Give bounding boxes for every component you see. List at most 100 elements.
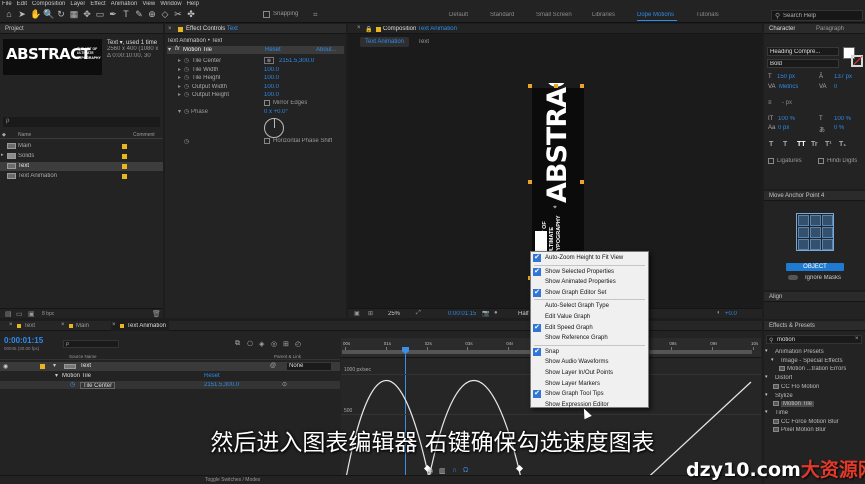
menu-file[interactable]: File	[2, 1, 12, 7]
text-style-icon[interactable]: T¹	[825, 141, 832, 148]
tracking-value[interactable]: 0	[834, 84, 837, 90]
menu-edit[interactable]: Edit	[17, 1, 27, 7]
expand-arrow-icon[interactable]: ▾	[55, 372, 58, 379]
viewer-time[interactable]: 0:00:01:15	[448, 311, 476, 317]
folder-icon[interactable]: ▭	[16, 310, 23, 318]
effect-property-value[interactable]: 2151.5,300.0	[279, 58, 314, 64]
layer-row-text[interactable]: ◉ ▾ Text @ None	[0, 362, 340, 371]
effect-reset-link[interactable]: Reset	[265, 47, 281, 53]
interpret-icon[interactable]: ▤	[5, 310, 12, 318]
snap-icon[interactable]: ∩	[452, 467, 457, 474]
expand-arrow-icon[interactable]: ▸	[178, 57, 181, 64]
project-item[interactable]: ▸ Solids	[0, 152, 163, 161]
menu-help[interactable]: Help	[187, 1, 199, 7]
puppet-icon[interactable]: ✤	[186, 9, 196, 20]
horizontal-phase-checkbox[interactable]	[264, 138, 270, 144]
expand-arrow-icon[interactable]: ▾	[178, 108, 181, 115]
property-row-tile-center[interactable]: ◷ Tile Center 2151.5,300.0 ⊙	[0, 381, 340, 389]
preset-tree-item[interactable]: ▾ Animation Presets	[764, 348, 865, 356]
effects-search-input[interactable]: ⚲ motion ×	[766, 335, 862, 344]
label-color-icon[interactable]	[40, 364, 45, 369]
menu-layer[interactable]: Layer	[70, 1, 85, 7]
expand-arrow-icon[interactable]: ▾	[765, 348, 768, 354]
hand-icon[interactable]: ✋	[30, 9, 41, 20]
preset-tree-item[interactable]: Motion ...tration Errors	[764, 365, 865, 373]
project-tab[interactable]: Project	[0, 24, 163, 34]
workspace-small-screen[interactable]: Small Screen	[536, 12, 572, 18]
workspace-libraries[interactable]: Libraries	[592, 12, 615, 18]
snapshot-icon[interactable]: 📷	[482, 310, 489, 317]
tab-character[interactable]: Character	[769, 24, 795, 34]
effect-property-row[interactable]: ▸ ◷ Tile Width 100.0	[167, 66, 344, 74]
home-icon[interactable]: ⌂	[4, 9, 14, 20]
parent-dropdown[interactable]: None	[287, 363, 331, 370]
context-menu-item[interactable]: ✔ Show Selected Properties	[531, 267, 648, 277]
expand-arrow-icon[interactable]: ▸	[1, 152, 4, 158]
context-menu-item[interactable]: Auto-Select Graph Type	[531, 301, 648, 311]
bbox-handle[interactable]	[580, 84, 584, 88]
timeline-tab-text[interactable]: × Text	[8, 321, 52, 331]
horizontal-scale-value[interactable]: 100 %	[834, 116, 851, 122]
effect-property-value[interactable]: 100.0	[264, 75, 279, 81]
menu-animation[interactable]: Animation	[111, 1, 138, 7]
zoom-icon[interactable]: 🔍	[43, 9, 54, 20]
expand-arrow-icon[interactable]: ▾	[765, 374, 768, 380]
clear-icon[interactable]: ×	[855, 336, 859, 342]
close-icon[interactable]: ×	[9, 322, 13, 328]
label-color-icon[interactable]	[122, 174, 127, 179]
mirror-edges-checkbox[interactable]	[264, 100, 270, 106]
composition-tab[interactable]: × 🔒 Composition Text Animation	[348, 24, 762, 34]
timeline-current-time[interactable]: 0:00:01:15	[4, 336, 43, 345]
timeline-tab-main[interactable]: × Main	[60, 321, 104, 331]
text-style-icon[interactable]: TT	[797, 141, 806, 148]
menu-effect[interactable]: Effect	[90, 1, 105, 7]
arrow-icon[interactable]: ➤	[17, 9, 27, 20]
layer-name[interactable]: Text	[80, 363, 91, 369]
roto-icon[interactable]: ✂	[173, 9, 183, 20]
project-search-input[interactable]: ρ	[3, 117, 160, 127]
phase-value[interactable]: 0 x +0.0°	[264, 109, 288, 115]
effect-property-value[interactable]: 100.0	[264, 67, 279, 73]
context-menu-item[interactable]: Show Audio Waveforms	[531, 357, 648, 367]
tsume-value[interactable]: 0 %	[834, 125, 844, 131]
stopwatch-icon[interactable]: ◷	[184, 74, 189, 81]
snap-options-icon[interactable]: ⌗	[313, 10, 322, 19]
stroke-width-value[interactable]: - px	[782, 100, 792, 106]
bpc-label[interactable]: 8 bpc	[42, 311, 54, 317]
context-menu-item[interactable]: Show Animated Properties	[531, 277, 648, 287]
grid-icon[interactable]: ⊞	[368, 310, 373, 317]
anchor-point-icon[interactable]: ⌖	[553, 204, 557, 212]
timeline-switch-icon[interactable]: ◴	[295, 340, 301, 348]
preset-tree-item[interactable]: Motion Tile	[764, 400, 865, 408]
workspace-default[interactable]: Default	[449, 12, 468, 18]
rotate-icon[interactable]: ↻	[56, 9, 66, 20]
graph-icon[interactable]: ⊙	[282, 381, 287, 388]
always-preview-icon[interactable]: ▣	[354, 310, 360, 317]
timeline-switch-icon[interactable]: ⊞	[283, 340, 289, 348]
preset-tree-item[interactable]: ▾ Distort	[764, 374, 865, 382]
fx-icon[interactable]: fx	[175, 46, 180, 52]
label-color-icon[interactable]	[122, 154, 127, 159]
exposure-value[interactable]: +0.0	[725, 311, 737, 317]
timeline-switch-icon[interactable]: ◈	[259, 340, 264, 348]
context-menu-item[interactable]: Show Layer In/Out Points	[531, 368, 648, 378]
comp-subtab-text-animation[interactable]: Text Animation	[360, 37, 410, 47]
timeline-switch-icon[interactable]: ⧉	[235, 340, 240, 348]
expand-arrow-icon[interactable]: ▾	[765, 392, 768, 398]
close-icon[interactable]: ×	[357, 25, 361, 31]
eye-icon[interactable]: ◉	[427, 467, 433, 475]
color-channel-icon[interactable]: ●	[494, 310, 498, 316]
pen-icon[interactable]: ✒	[108, 9, 118, 20]
eraser-icon[interactable]: ◇	[160, 9, 170, 20]
align-tab[interactable]: Align	[764, 292, 865, 302]
pan-icon[interactable]: ✥	[82, 9, 92, 20]
preset-tree-item[interactable]: CC Flo Motion	[764, 383, 865, 391]
expand-arrow-icon[interactable]: ▾	[53, 362, 56, 369]
menu-view[interactable]: View	[142, 1, 155, 7]
tab-paragraph[interactable]: Paragraph	[816, 24, 844, 34]
col-source-name[interactable]: Source Name	[69, 354, 97, 359]
kerning-value[interactable]: Metrics	[779, 84, 798, 90]
font-family-dropdown[interactable]: Heading Compre...	[767, 47, 839, 56]
effect-property-row[interactable]: ▸ ◷ Tile Center ⊕ 2151.5,300.0	[167, 57, 344, 65]
expand-arrow-icon[interactable]: ▾	[765, 409, 768, 415]
